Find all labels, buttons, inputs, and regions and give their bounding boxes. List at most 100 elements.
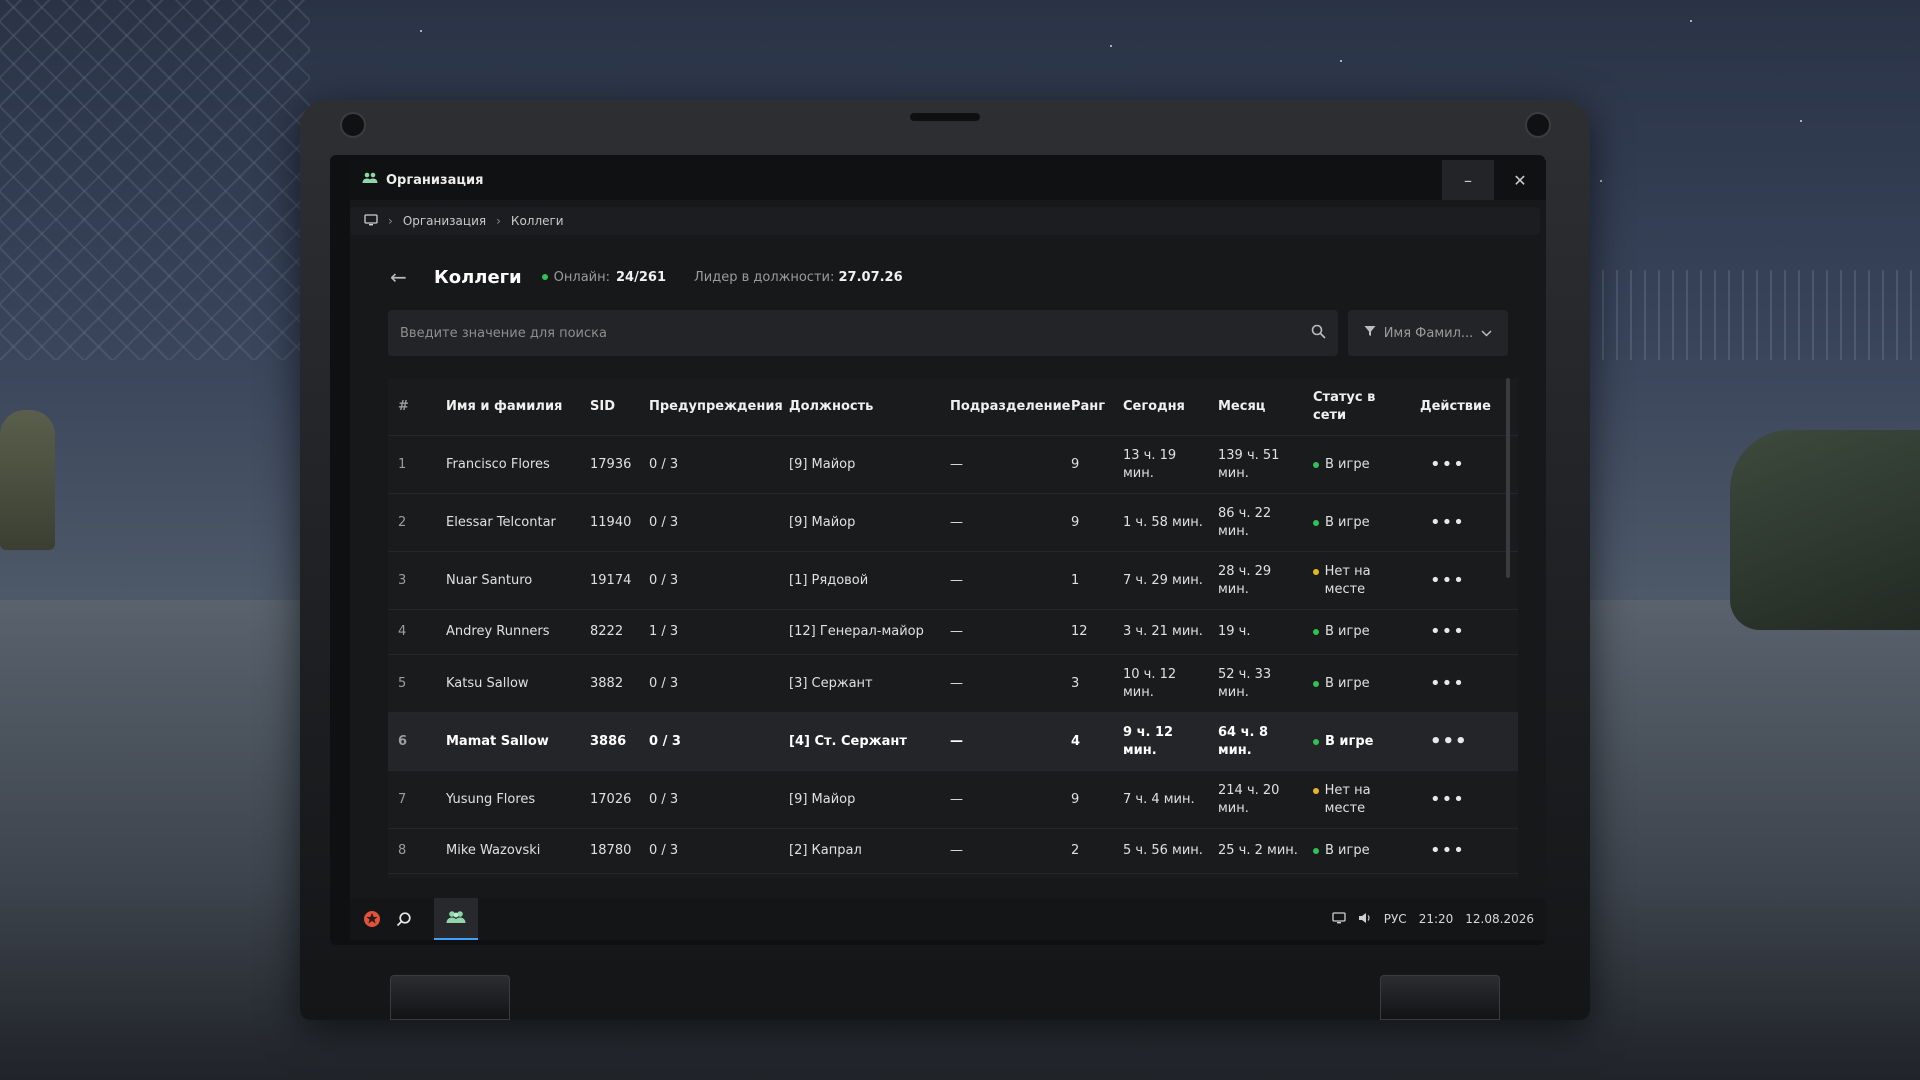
search-icon[interactable] xyxy=(388,898,420,940)
cell-index: 3 xyxy=(398,572,407,588)
cell-month: 28 ч. 29 мин. xyxy=(1218,563,1272,597)
laptop-hinge xyxy=(390,975,510,1020)
table-row[interactable]: 2 Elessar Telcontar 11940 0 / 3 [9] Майо… xyxy=(388,494,1518,552)
monitor-icon[interactable] xyxy=(364,213,378,229)
leader-label: Лидер в должности: xyxy=(694,269,835,285)
col-sid[interactable]: SID xyxy=(580,398,639,416)
cell-rank: 9 xyxy=(1071,791,1080,807)
table-row[interactable]: 3 Nuar Santuro 19174 0 / 3 [1] Рядовой —… xyxy=(388,552,1518,610)
cell-department: — xyxy=(950,733,963,749)
cell-today: 5 ч. 56 мин. xyxy=(1123,843,1203,858)
cell-department: — xyxy=(950,791,963,807)
cell-index: 2 xyxy=(398,514,407,530)
filter-icon xyxy=(1364,325,1376,341)
cell-name: Mamat Sallow xyxy=(446,733,549,749)
taskbar: РУС 21:20 12.08.2026 xyxy=(350,898,1546,940)
cell-warnings: 0 / 3 xyxy=(649,456,679,472)
cell-index: 7 xyxy=(398,791,407,807)
cell-status: Нет на месте xyxy=(1303,563,1410,599)
col-name[interactable]: Имя и фамилия xyxy=(436,398,580,416)
cell-rank: 9 xyxy=(1071,456,1080,472)
cell-name: Andrey Runners xyxy=(446,624,550,639)
cell-sid: 11940 xyxy=(590,514,632,530)
minimize-button[interactable]: – xyxy=(1442,160,1494,200)
col-today[interactable]: Сегодня xyxy=(1113,398,1208,416)
status-dot-icon xyxy=(1313,461,1319,468)
start-logo-icon[interactable] xyxy=(356,898,388,940)
cell-warnings: 0 / 3 xyxy=(649,733,681,749)
chevron-down-icon xyxy=(1481,326,1492,341)
more-actions-button[interactable]: ••• xyxy=(1410,842,1480,860)
cell-today: 7 ч. 4 мин. xyxy=(1123,791,1195,807)
star xyxy=(1800,120,1802,122)
table-row[interactable]: 7 Yusung Flores 17026 0 / 3 [9] Майор — … xyxy=(388,771,1518,829)
col-rank[interactable]: Ранг xyxy=(1061,398,1113,416)
laptop-screw xyxy=(1525,112,1551,138)
status-text: Нет на месте xyxy=(1324,563,1371,597)
table-row[interactable]: 1 Francisco Flores 17936 0 / 3 [9] Майор… xyxy=(388,436,1518,494)
status-text: В игре xyxy=(1325,624,1370,639)
close-button[interactable]: ✕ xyxy=(1494,160,1546,200)
cell-position: [3] Сержант xyxy=(789,675,873,691)
more-actions-button[interactable]: ••• xyxy=(1410,623,1480,641)
search-input[interactable]: Введите значение для поиска xyxy=(388,310,1338,356)
cell-status: В игре xyxy=(1303,456,1410,474)
table-row[interactable]: 5 Katsu Sallow 3882 0 / 3 [3] Сержант — … xyxy=(388,655,1518,713)
col-month[interactable]: Месяц xyxy=(1208,398,1303,416)
status-dot-icon xyxy=(1313,629,1319,635)
table-scrollbar[interactable] xyxy=(1506,378,1510,578)
more-actions-button[interactable]: ••• xyxy=(1410,513,1480,532)
col-warnings[interactable]: Предупреждения xyxy=(639,398,783,416)
star xyxy=(420,30,422,32)
cell-rank: 3 xyxy=(1071,675,1080,691)
monitor-icon[interactable] xyxy=(1332,911,1346,927)
cell-position: [2] Капрал xyxy=(789,843,862,858)
back-arrow-icon[interactable]: ← xyxy=(390,265,420,289)
table-row[interactable]: 8 Mike Wazovski 18780 0 / 3 [2] Капрал —… xyxy=(388,829,1518,874)
cell-name: Mike Wazovski xyxy=(446,843,541,858)
more-actions-button[interactable]: ••• xyxy=(1410,674,1480,693)
cell-warnings: 0 / 3 xyxy=(649,514,679,530)
cell-rank: 1 xyxy=(1071,572,1080,588)
page-title: Коллеги xyxy=(434,266,522,288)
more-actions-button[interactable]: ••• xyxy=(1410,732,1480,751)
cell-department: — xyxy=(950,675,963,691)
cell-sid: 17936 xyxy=(590,456,632,472)
laptop-screw xyxy=(340,112,366,138)
table-row[interactable]: 4 Andrey Runners 8222 1 / 3 [12] Генерал… xyxy=(388,610,1518,655)
cell-today: 1 ч. 58 мин. xyxy=(1123,514,1203,530)
cell-department: — xyxy=(950,624,963,639)
language-indicator[interactable]: РУС xyxy=(1384,912,1407,926)
col-department[interactable]: Подразделение xyxy=(940,398,1071,416)
filter-dropdown[interactable]: Имя Фамил... xyxy=(1348,310,1508,356)
cell-month: 19 ч. xyxy=(1218,624,1251,639)
cell-position: [1] Рядовой xyxy=(789,572,869,588)
cell-month: 25 ч. 2 мин. xyxy=(1218,843,1298,858)
more-actions-button[interactable]: ••• xyxy=(1410,455,1480,474)
cell-month: 86 ч. 22 мин. xyxy=(1218,505,1272,539)
taskbar-organization-app[interactable] xyxy=(434,898,478,940)
cell-department: — xyxy=(950,843,963,858)
cell-sid: 3882 xyxy=(590,675,624,691)
more-actions-button[interactable]: ••• xyxy=(1410,571,1480,590)
more-actions-button[interactable]: ••• xyxy=(1410,790,1480,809)
cell-position: [9] Майор xyxy=(789,791,856,807)
star xyxy=(1600,180,1602,182)
status-text: В игре xyxy=(1325,514,1370,530)
cell-warnings: 0 / 3 xyxy=(649,675,679,691)
table-row-selected[interactable]: 6 Mamat Sallow 3886 0 / 3 [4] Ст. Сержан… xyxy=(388,713,1518,771)
col-status[interactable]: Статус в сети xyxy=(1303,389,1410,425)
breadcrumb-separator: › xyxy=(496,214,501,228)
breadcrumb-organization[interactable]: Организация xyxy=(403,214,486,228)
cell-department: — xyxy=(950,572,963,588)
search-icon[interactable] xyxy=(1311,324,1326,343)
soldier-figure xyxy=(0,410,55,550)
cell-today: 7 ч. 29 мин. xyxy=(1123,572,1203,588)
status-text: В игре xyxy=(1325,733,1374,749)
volume-icon[interactable] xyxy=(1358,912,1372,927)
cell-department: — xyxy=(950,456,963,472)
col-position[interactable]: Должность xyxy=(779,398,940,416)
cell-status: В игре xyxy=(1303,733,1410,751)
cell-index: 6 xyxy=(398,733,408,749)
cell-position: [4] Ст. Сержант xyxy=(789,733,907,749)
